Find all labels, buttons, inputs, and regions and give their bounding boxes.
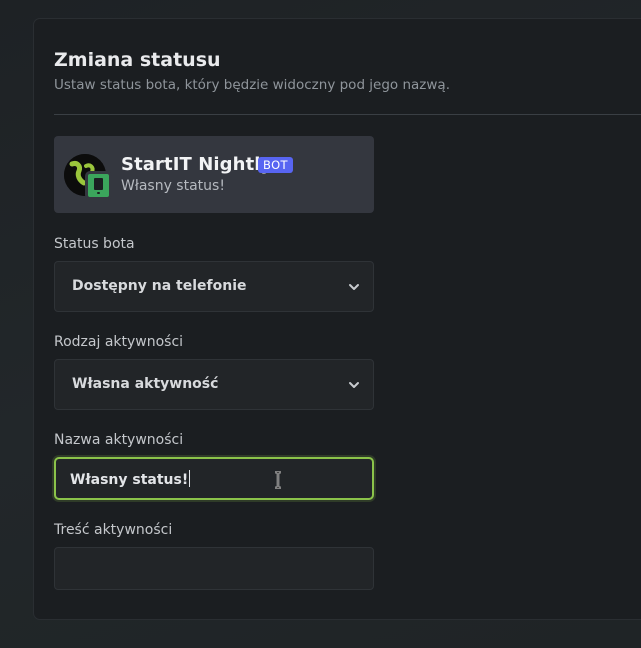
mobile-phone-icon bbox=[85, 171, 112, 200]
activity-content-label: Treść aktywności bbox=[54, 522, 173, 538]
status-select[interactable]: Dostępny na telefonie bbox=[54, 261, 374, 312]
divider bbox=[54, 114, 641, 115]
activity-type-label: Rodzaj aktywności bbox=[54, 334, 184, 350]
bot-status-preview: StartIT Nightly BOT Własny status! bbox=[54, 136, 374, 213]
text-cursor-icon bbox=[275, 471, 281, 489]
page-title: Zmiana statusu bbox=[54, 49, 221, 71]
status-label: Status bota bbox=[54, 236, 135, 252]
activity-name-value: Własny status! bbox=[70, 470, 191, 488]
activity-content-input[interactable] bbox=[54, 547, 374, 590]
activity-type-select-value: Własna aktywność bbox=[72, 376, 219, 392]
bot-badge: BOT bbox=[258, 157, 293, 173]
bot-avatar bbox=[64, 154, 112, 200]
chevron-down-icon bbox=[349, 382, 359, 388]
chevron-down-icon bbox=[349, 284, 359, 290]
activity-type-select[interactable]: Własna aktywność bbox=[54, 359, 374, 410]
activity-name-text: Własny status! bbox=[70, 472, 189, 488]
text-caret bbox=[189, 470, 191, 487]
status-settings-panel: Zmiana statusu Ustaw status bota, który … bbox=[34, 19, 641, 619]
bot-name: StartIT Nightly bbox=[121, 154, 273, 175]
bot-status-text: Własny status! bbox=[121, 178, 225, 194]
page-subtitle: Ustaw status bota, który będzie widoczny… bbox=[54, 77, 450, 93]
activity-name-label: Nazwa aktywności bbox=[54, 432, 184, 448]
status-select-value: Dostępny na telefonie bbox=[72, 278, 247, 294]
activity-name-input[interactable]: Własny status! bbox=[54, 457, 374, 500]
